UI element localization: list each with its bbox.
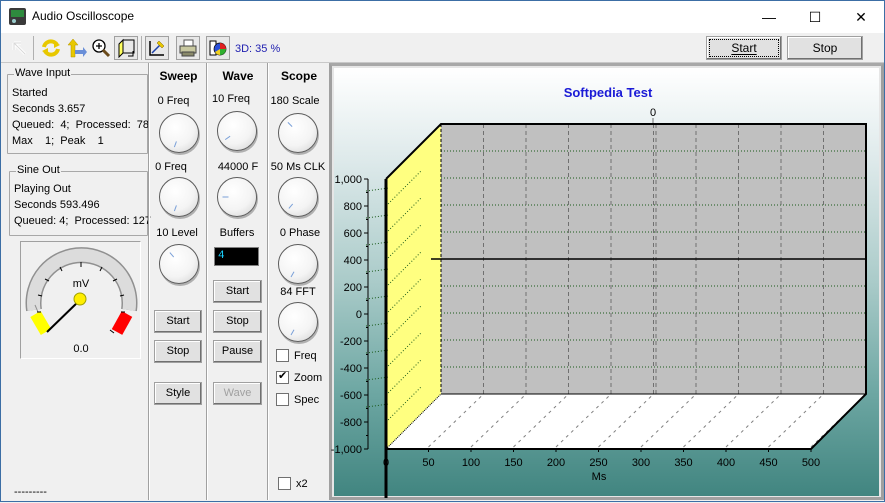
x-tick-label: 50 <box>422 457 434 469</box>
y-tick-label: 1,000 <box>334 174 362 186</box>
y-tick-label: -800 <box>340 417 362 429</box>
y-tick-label: 400 <box>344 255 362 267</box>
x-tick-label: 300 <box>632 457 650 469</box>
x-tick-label: 250 <box>589 457 607 469</box>
top-axis-label: 0 <box>650 107 656 119</box>
y-tick-label: 0 <box>356 309 362 321</box>
chart-side-wall <box>386 124 441 449</box>
x-tick-label: 150 <box>504 457 522 469</box>
oscilloscope-chart[interactable]: 1,000 800 600 400 200 0 -200 -400 -600 -800 -1,000… <box>1 1 885 503</box>
x-tick-label: 100 <box>462 457 480 469</box>
x-axis-title: Ms <box>592 471 607 483</box>
x-tick-label: 350 <box>674 457 692 469</box>
y-tick-label: 600 <box>344 228 362 240</box>
chart-title: Softpedia Test <box>564 85 653 100</box>
x-tick-label: 500 <box>802 457 820 469</box>
x-tick-label: 400 <box>717 457 735 469</box>
x-tick-label: 200 <box>547 457 565 469</box>
chart-floor <box>386 394 866 449</box>
y-tick-label: -400 <box>340 363 362 375</box>
x-tick-label: 0 <box>383 457 389 469</box>
y-tick-label: 200 <box>344 282 362 294</box>
y-tick-label: 800 <box>344 201 362 213</box>
y-tick-label: -1,000 <box>331 444 362 456</box>
y-tick-label: -600 <box>340 390 362 402</box>
y-tick-label: -200 <box>340 336 362 348</box>
x-tick-label: 450 <box>759 457 777 469</box>
app-window: Audio Oscilloscope — ☐ ✕ 3D: 35 % Start … <box>0 0 885 502</box>
